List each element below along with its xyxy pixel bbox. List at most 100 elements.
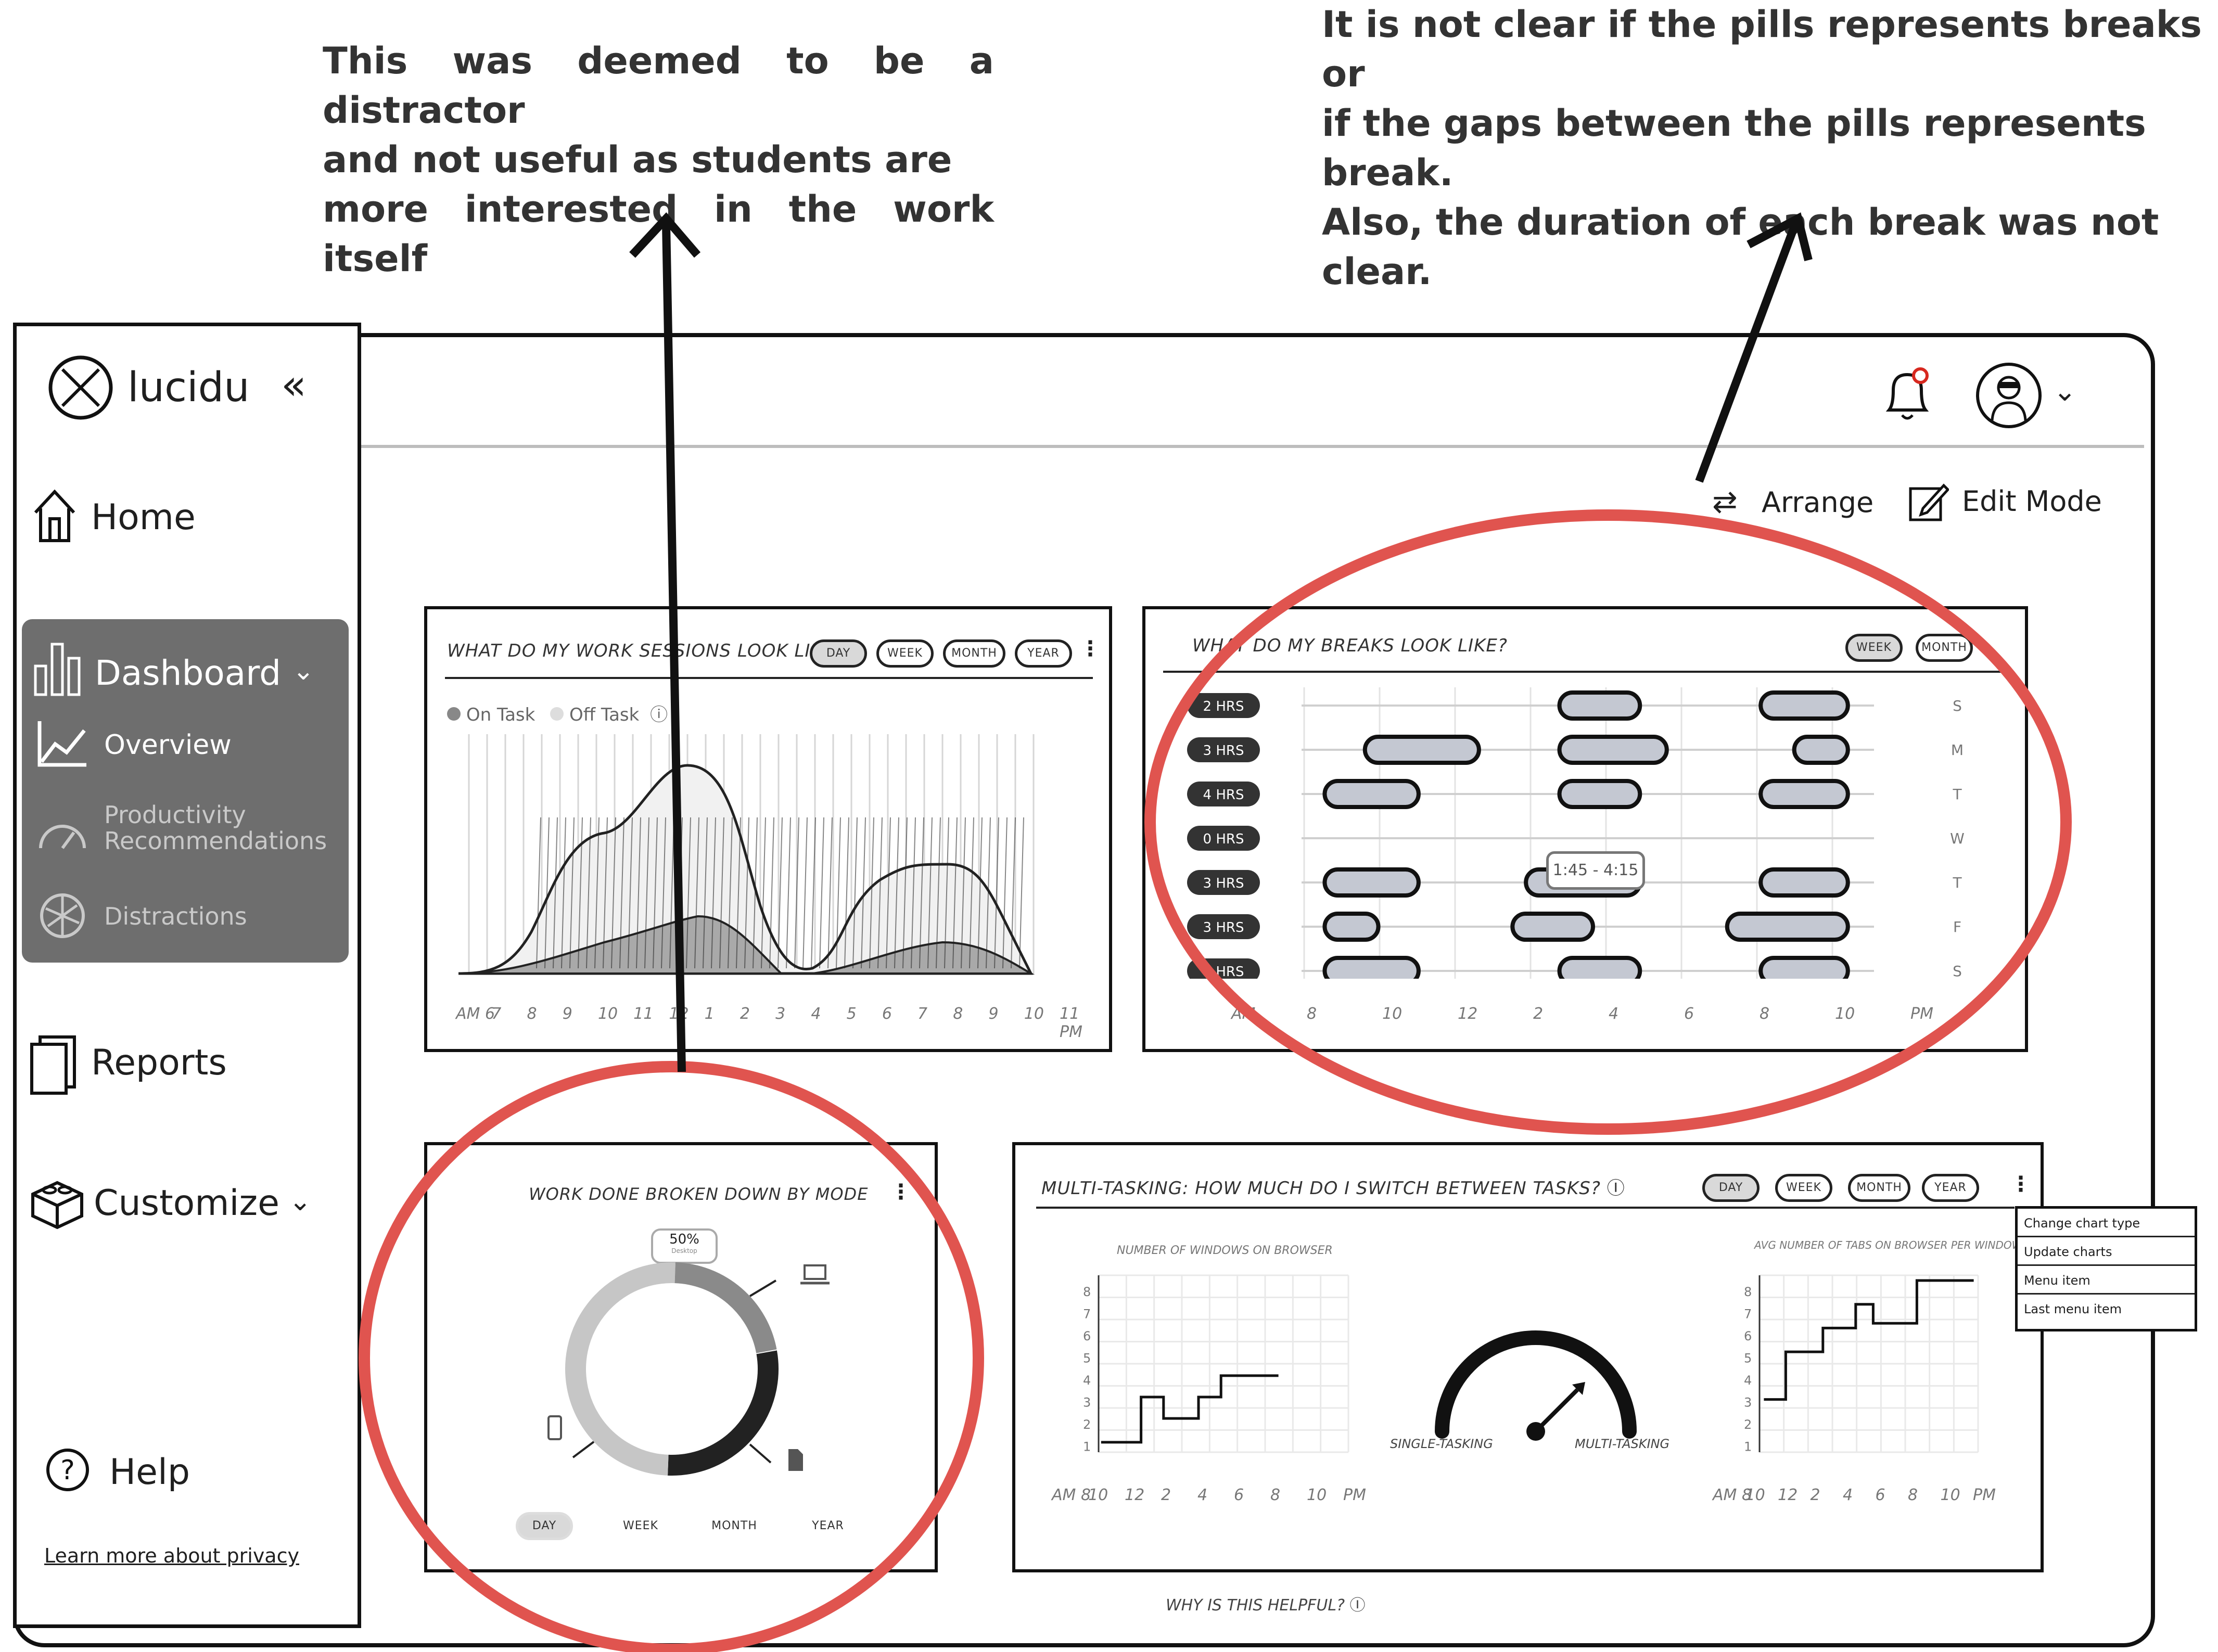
donut-segment-desktop (565, 1262, 779, 1476)
card-menu-icon[interactable]: ⋮ (1080, 638, 1101, 659)
nav-item-help[interactable]: ? Help (44, 1446, 252, 1499)
hatch-line (827, 817, 833, 969)
off-task-swatch (550, 707, 564, 721)
avatar[interactable] (1972, 359, 2045, 432)
break-pill[interactable] (1322, 956, 1421, 979)
break-pill[interactable] (1557, 690, 1642, 721)
work-sessions-filters: DAY WEEK MONTH YEAR (810, 639, 1080, 668)
left-annotation-line: more interested in the work itself (323, 188, 994, 280)
nav-item-distractions[interactable]: Distractions (36, 890, 328, 942)
x-tick-label: 1 (704, 1005, 715, 1023)
work-sessions-legend: On Task Off Task ⓘ (447, 700, 668, 726)
filter-year[interactable]: YEAR (1015, 639, 1072, 668)
donut-badge-value: 50% (669, 1232, 699, 1247)
nav-item-home[interactable]: Home (31, 486, 323, 549)
info-icon[interactable]: ⓘ (650, 705, 668, 725)
y-tick-label: 8 (1083, 1285, 1091, 1299)
brand-name: lucidu (128, 364, 250, 411)
break-pill[interactable] (1557, 735, 1669, 765)
nav-item-dashboard[interactable]: Dashboard ⌄ (32, 640, 334, 697)
day-label: T (1952, 786, 1962, 803)
nav-item-productivity[interactable]: Productivity Recommendations (36, 801, 349, 864)
break-pill[interactable] (1322, 912, 1381, 942)
swap-icon: ⇄ (1712, 484, 1738, 519)
windows-step-chart: 1 2 3 4 5 6 7 8 (1083, 1274, 1349, 1454)
filter-day[interactable]: DAY (810, 639, 867, 668)
nav-item-customize[interactable]: Customize ⌄ (29, 1173, 341, 1236)
nav-item-reports[interactable]: Reports (29, 1033, 320, 1095)
chevron-down-icon[interactable]: ⌄ (292, 656, 314, 686)
breaks-card: What do my breaks look like? WEEK MONTH … (1142, 606, 2028, 1052)
filter-week[interactable]: WEEK (1845, 634, 1903, 662)
y-tick-label: 3 (1744, 1395, 1752, 1410)
x-tick-label: 12 (1125, 1486, 1145, 1504)
collapse-sidebar-icon[interactable]: « (281, 364, 307, 406)
windows-chart-title: Number of windows on browser (1117, 1244, 1333, 1257)
breaks-title: What do my breaks look like? (1192, 635, 1508, 656)
mode-donut-chart (565, 1262, 779, 1476)
x-tick-label: AM 8 (1052, 1486, 1091, 1504)
windows-x-axis: AM 8 10 12 2 4 6 8 10 PM (1052, 1486, 1366, 1507)
x-tick-label: PM (1973, 1486, 1996, 1504)
break-pill[interactable] (1557, 779, 1642, 809)
nav-item-overview[interactable]: Overview (36, 718, 328, 770)
filter-month[interactable]: MONTH (703, 1512, 766, 1540)
filter-day[interactable]: DAY (1702, 1174, 1760, 1202)
break-pill[interactable] (1758, 690, 1850, 721)
card-header-rule (1163, 671, 2006, 673)
x-tick-label: 8 (1270, 1486, 1281, 1504)
filter-month[interactable]: MONTH (943, 639, 1005, 668)
breaks-x-axis: AM 8 10 12 2 4 6 8 10 PM (1145, 1005, 2020, 1026)
work-sessions-x-axis: AM 6 7 8 9 10 11 12 1 2 3 4 5 6 7 8 9 10 11 PM (456, 1005, 1096, 1041)
break-pill[interactable] (1758, 956, 1850, 979)
break-pill[interactable] (1510, 912, 1595, 942)
filter-month[interactable]: MONTH (1848, 1174, 1910, 1202)
chevron-down-icon[interactable]: ⌄ (289, 1186, 312, 1217)
filter-day[interactable]: DAY (516, 1512, 573, 1540)
right-annotation-line: Also, the duration of each break was not… (1322, 201, 2159, 293)
filter-week[interactable]: WEEK (612, 1512, 669, 1540)
break-pill[interactable] (1557, 956, 1642, 979)
info-icon[interactable]: ⓘ (1607, 1178, 1625, 1199)
day-label: M (1951, 741, 1964, 759)
x-tick-label: 9 (988, 1005, 999, 1023)
break-pill[interactable] (1322, 867, 1421, 898)
filter-year[interactable]: YEAR (799, 1512, 857, 1540)
break-pill[interactable] (1758, 779, 1850, 809)
x-tick-label: 11 PM (1060, 1005, 1082, 1041)
break-pill[interactable] (1758, 867, 1850, 898)
filter-week[interactable]: WEEK (1775, 1174, 1832, 1202)
why-helpful-link[interactable]: Why is this helpful? ⓘ (1166, 1592, 1366, 1615)
filter-week[interactable]: WEEK (876, 639, 934, 668)
lego-brick-icon (31, 1181, 83, 1230)
card-menu-icon[interactable]: ⋮ (890, 1182, 911, 1202)
x-tick-label: 6 (882, 1005, 892, 1023)
break-pill[interactable] (1792, 735, 1850, 765)
x-tick-label: 10 (1088, 1486, 1108, 1504)
donut-segment-mobile (565, 1262, 779, 1476)
x-tick-label: 6 (1875, 1486, 1885, 1504)
hatch-line (1019, 817, 1024, 969)
menu-item-change-chart-type[interactable]: Change chart type (2018, 1209, 2195, 1237)
notification-bell-icon[interactable] (1879, 364, 1936, 427)
menu-item-menu-item[interactable]: Menu item (2018, 1266, 2195, 1295)
x-tick-label: 12 (1778, 1486, 1798, 1504)
menu-item-update-charts[interactable]: Update charts (2018, 1237, 2195, 1266)
filter-month[interactable]: MONTH (1916, 634, 1973, 662)
bar-chart-icon (34, 643, 81, 696)
arrange-button[interactable]: ⇄ Arrange (1712, 479, 1884, 526)
break-pill[interactable] (1362, 735, 1481, 765)
menu-item-last[interactable]: Last menu item (2018, 1295, 2195, 1322)
privacy-link[interactable]: Learn more about privacy (44, 1544, 299, 1567)
filter-year[interactable]: YEAR (1922, 1174, 1979, 1202)
card-menu-icon[interactable]: ⋮ (2010, 1174, 2031, 1195)
pencil-icon (1909, 483, 1949, 521)
hours-badge: 3 HRS (1187, 914, 1260, 939)
edit-mode-button[interactable]: Edit Mode (1907, 479, 2126, 526)
account-menu-chevron-icon[interactable]: ⌄ (2053, 375, 2076, 407)
y-tick-label: 4 (1083, 1373, 1091, 1388)
break-pill[interactable] (1725, 912, 1850, 942)
edit-mode-label: Edit Mode (1962, 485, 2102, 518)
break-pill[interactable] (1322, 779, 1421, 809)
tabs-series-line (1764, 1279, 1974, 1401)
